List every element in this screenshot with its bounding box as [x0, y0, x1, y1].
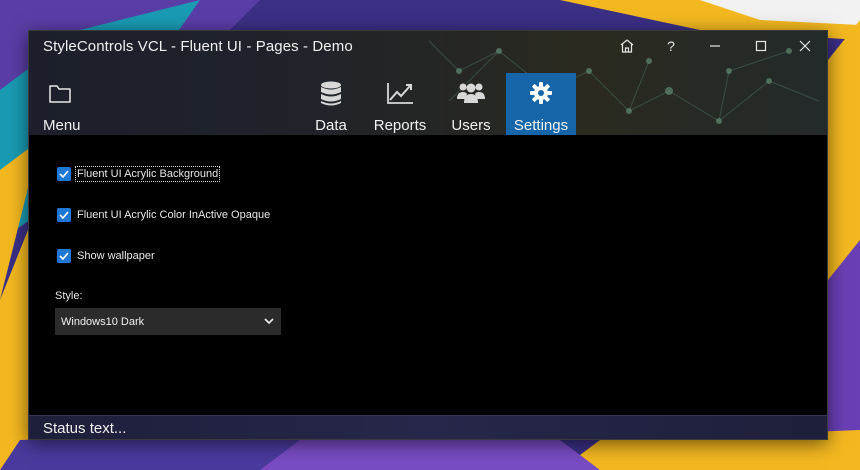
- tab-reports[interactable]: Reports: [371, 73, 429, 135]
- home-button[interactable]: [605, 31, 649, 61]
- tab-reports-label: Reports: [373, 117, 427, 134]
- checkmark-icon: [59, 170, 69, 179]
- checkbox-checked[interactable]: [57, 167, 71, 181]
- tab-settings-label: Settings: [513, 117, 569, 134]
- status-text: Status text...: [43, 420, 127, 437]
- minimize-icon: [710, 45, 720, 47]
- checkmark-icon: [59, 211, 69, 220]
- app-window: StyleControls VCL - Fluent UI - Pages - …: [28, 30, 828, 440]
- style-select[interactable]: Windows10 Dark: [55, 308, 281, 335]
- status-bar: Status text...: [29, 415, 827, 439]
- titlebar[interactable]: StyleControls VCL - Fluent UI - Pages - …: [29, 31, 827, 135]
- gear-icon: [530, 82, 552, 104]
- style-select-value: Windows10 Dark: [61, 315, 145, 328]
- help-icon: ?: [667, 38, 675, 54]
- help-button[interactable]: ?: [649, 31, 693, 61]
- acrylic-background-label: Fluent UI Acrylic Background: [74, 166, 221, 182]
- tab-users[interactable]: Users: [449, 73, 493, 135]
- folder-icon: [49, 85, 71, 103]
- tab-users-label: Users: [451, 117, 491, 134]
- tab-data[interactable]: Data: [311, 73, 351, 135]
- tab-settings[interactable]: Settings: [506, 73, 576, 135]
- users-icon: [457, 83, 485, 103]
- settings-panel: Fluent UI Acrylic Background Fluent UI A…: [29, 135, 827, 415]
- checkbox-checked[interactable]: [57, 208, 71, 222]
- chart-line-icon: [387, 83, 413, 104]
- acrylic-inactive-opaque-label: Fluent UI Acrylic Color InActive Opaque: [77, 209, 271, 221]
- maximize-icon: [755, 40, 767, 52]
- show-wallpaper-checkbox[interactable]: Show wallpaper: [57, 249, 155, 263]
- style-label: Style:: [55, 290, 83, 302]
- home-icon: [620, 39, 634, 53]
- maximize-button[interactable]: [739, 31, 783, 61]
- menu-button[interactable]: Menu: [37, 77, 85, 135]
- close-icon: [799, 40, 811, 52]
- show-wallpaper-label: Show wallpaper: [77, 250, 155, 262]
- database-icon: [321, 81, 341, 106]
- checkmark-icon: [59, 252, 69, 261]
- minimize-button[interactable]: [693, 31, 737, 61]
- window-title: StyleControls VCL - Fluent UI - Pages - …: [43, 38, 353, 55]
- close-button[interactable]: [783, 31, 827, 61]
- acrylic-background-checkbox[interactable]: Fluent UI Acrylic Background: [57, 166, 221, 182]
- chevron-down-icon: [264, 318, 274, 325]
- tab-data-label: Data: [315, 117, 347, 134]
- checkbox-checked[interactable]: [57, 249, 71, 263]
- menu-label: Menu: [43, 117, 81, 134]
- acrylic-inactive-opaque-checkbox[interactable]: Fluent UI Acrylic Color InActive Opaque: [57, 208, 270, 222]
